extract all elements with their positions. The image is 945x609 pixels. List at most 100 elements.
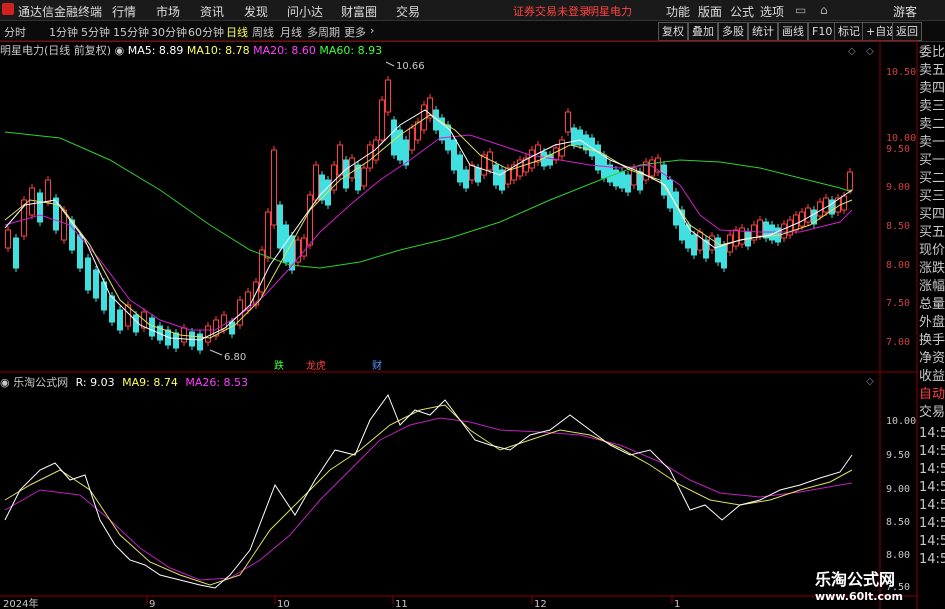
candle-body	[173, 332, 179, 349]
price-y-tick: 9.50	[886, 144, 910, 155]
candle-body	[823, 197, 829, 213]
candle-body	[847, 171, 853, 191]
candle-body	[565, 111, 571, 133]
candle-body	[799, 211, 805, 227]
candle-body	[577, 129, 583, 146]
indicator-ma26-line	[4, 417, 853, 581]
candle-body	[361, 167, 367, 187]
indicator-y-tick: 10.00	[886, 416, 916, 427]
candle-body	[277, 204, 283, 249]
price-y-tick: 10.00	[886, 133, 916, 144]
candle-body	[385, 79, 391, 113]
candle-body	[469, 164, 475, 181]
price-y-tick: 10.50	[886, 67, 916, 78]
candle-body	[313, 164, 319, 201]
event-marker-longhu[interactable]: 龙虎	[306, 359, 326, 372]
candle-body	[265, 211, 271, 259]
candle-body	[721, 244, 727, 269]
indicator-y-tick: 9.50	[886, 450, 910, 461]
quote-field-label: 卖三	[919, 99, 945, 114]
candle-body	[547, 154, 553, 166]
candle-body	[109, 295, 115, 323]
quote-field-label: 收益	[919, 369, 945, 384]
candle-body	[409, 127, 415, 151]
candle-body	[757, 219, 763, 237]
price-y-tick: 8.50	[886, 221, 910, 232]
low-price-marker: 6.80	[209, 349, 246, 363]
quote-field-label: 涨跌	[919, 261, 945, 276]
event-marker-die[interactable]: 跌	[274, 359, 284, 372]
quote-field-label: 委比	[919, 45, 945, 60]
indicator-ma9-line	[4, 404, 853, 586]
candle-body	[451, 139, 457, 171]
price-y-tick: 7.00	[886, 337, 910, 348]
candle-body	[149, 317, 155, 337]
candle-body	[457, 154, 463, 183]
candle-body	[571, 127, 577, 146]
candle-body	[45, 179, 51, 203]
indicator-y-tick: 8.50	[886, 517, 910, 528]
quote-field-label: 交易	[919, 405, 945, 420]
candle-body	[391, 119, 397, 156]
candle-body	[307, 194, 313, 246]
candle-body	[259, 249, 265, 293]
event-marker-cai[interactable]: 财	[372, 359, 382, 372]
watermark-url: www.60lt.com	[815, 590, 904, 603]
indicator-y-tick: 8.00	[886, 550, 910, 561]
candle-body	[553, 147, 559, 161]
x-tick: 11	[395, 599, 408, 609]
quote-field-label: 卖二	[919, 117, 945, 132]
diamond-icon[interactable]: ◇	[866, 376, 874, 387]
candle-body	[13, 237, 19, 269]
quote-field-label: 净资	[919, 351, 945, 366]
quote-field-label: 14:5	[919, 426, 945, 441]
candle-body	[117, 309, 123, 331]
candle-body	[77, 234, 83, 269]
x-tick: 9	[149, 599, 155, 609]
chart-canvas[interactable]: 10.50 10.00 9.50 9.00 8.50 8.00 7.50 7.0…	[0, 0, 918, 609]
quote-field-label: 买四	[919, 207, 945, 222]
candle-body	[805, 207, 811, 223]
candle-body	[697, 231, 703, 251]
price-y-tick: 9.00	[886, 182, 910, 193]
diamond-icon[interactable]: ◇	[866, 46, 874, 57]
quote-field-label: 14:5	[919, 480, 945, 495]
candle-body	[379, 99, 385, 141]
candle-body	[349, 157, 355, 179]
price-y-tick: 7.50	[886, 298, 910, 309]
candle-body	[29, 187, 35, 216]
low-price-label: 6.80	[224, 352, 246, 363]
x-tick: 1	[674, 599, 680, 609]
quote-field-label: 买一	[919, 153, 945, 168]
candle-body	[367, 144, 373, 169]
candle-body	[493, 164, 499, 186]
candle-body	[93, 269, 99, 299]
high-price-label: 10.66	[396, 61, 425, 72]
quote-field-label: 买三	[919, 189, 945, 204]
candle-body	[679, 209, 685, 241]
quote-field-label: 14:5	[919, 534, 945, 549]
candle-body	[733, 229, 739, 247]
candle-body	[739, 227, 745, 245]
candle-body	[613, 169, 619, 187]
quote-field-label: 买二	[919, 171, 945, 186]
quote-field-label: 14:5	[919, 444, 945, 459]
price-y-tick: 8.00	[886, 260, 910, 271]
candle-body	[661, 164, 667, 196]
candle-body	[691, 234, 697, 256]
candle-body	[625, 174, 631, 193]
candle-body	[817, 201, 823, 217]
candlestick-series	[5, 76, 853, 354]
candle-body	[5, 229, 11, 249]
candle-body	[343, 159, 349, 189]
x-tick: 12	[534, 599, 547, 609]
high-price-marker: 10.66	[385, 61, 425, 72]
candle-body	[637, 171, 643, 191]
quote-field-label: 卖五	[919, 63, 945, 78]
candle-body	[133, 314, 139, 333]
candle-body	[271, 149, 277, 226]
candle-body	[715, 237, 721, 263]
quote-field-label: 现价	[919, 243, 945, 258]
candle-body	[37, 192, 43, 223]
diamond-icon[interactable]: ◇	[848, 46, 856, 57]
